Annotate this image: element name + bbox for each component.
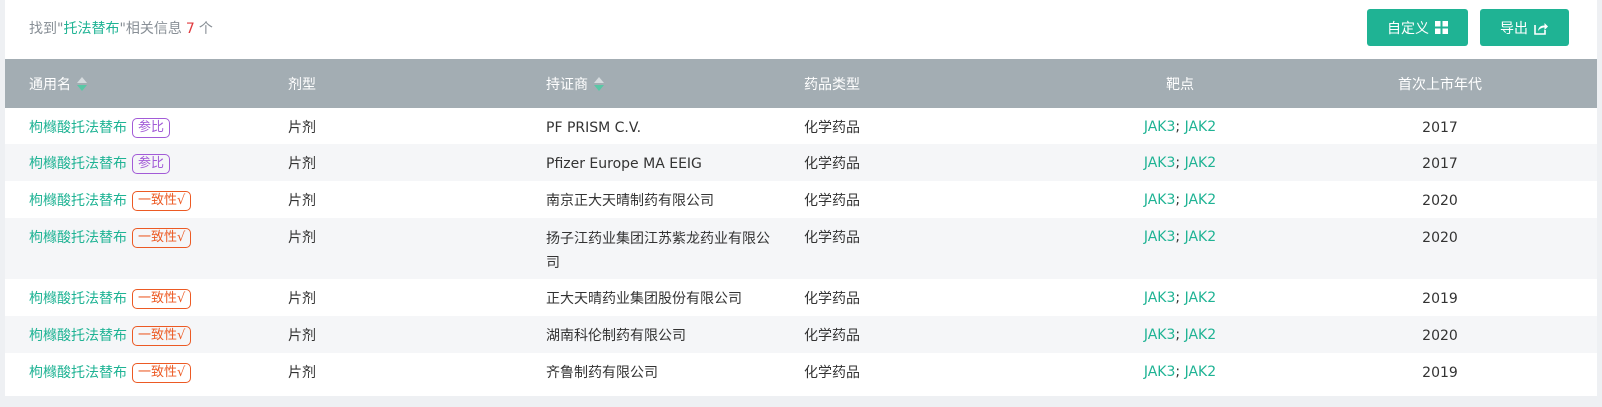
drug-name-link[interactable]: 枸橼酸托法替布 xyxy=(29,288,127,310)
consistency-badge: 一致性√ xyxy=(132,363,192,383)
export-icon xyxy=(1534,22,1548,35)
targets: JAK3; JAK2 xyxy=(1143,327,1217,343)
results-panel: 找到"托法替布"相关信息 7 个 自定义 导出 通用名 剂型 持证商 药品类型 … xyxy=(5,0,1597,396)
export-button[interactable]: 导出 xyxy=(1480,9,1569,46)
launch-year: 2020 xyxy=(1422,230,1458,246)
column-header-name[interactable]: 通用名 xyxy=(29,59,87,108)
consistency-badge: 一致性√ xyxy=(132,191,192,211)
license-holder: 南京正大天晴制药有限公司 xyxy=(546,193,714,209)
target-link[interactable]: JAK2 xyxy=(1185,364,1217,380)
drug-type: 化学药品 xyxy=(804,328,860,344)
license-holder: 正大天晴药业集团股份有限公司 xyxy=(546,291,742,307)
reference-badge: 参比 xyxy=(132,154,171,174)
launch-year: 2020 xyxy=(1422,328,1458,344)
launch-year: 2017 xyxy=(1422,120,1458,136)
launch-year: 2019 xyxy=(1422,365,1458,381)
drug-name-link[interactable]: 枸橼酸托法替布 xyxy=(29,117,127,139)
dosage-form: 片剂 xyxy=(288,365,316,381)
table-row: 枸橼酸托法替布 一致性√ 片剂 湖南科伦制药有限公司 化学药品 JAK3; JAK… xyxy=(5,316,1597,353)
table-row: 枸橼酸托法替布 一致性√ 片剂 南京正大天晴制药有限公司 化学药品 JAK3; J… xyxy=(5,181,1597,218)
license-holder: 湖南科伦制药有限公司 xyxy=(546,328,686,344)
targets: JAK3; JAK2 xyxy=(1143,155,1217,171)
table-row: 枸橼酸托法替布 一致性√ 片剂 扬子江药业集团江苏紫龙药业有限公司 化学药品 JA… xyxy=(5,218,1597,279)
dosage-form: 片剂 xyxy=(288,230,316,246)
column-header-year: 首次上市年代 xyxy=(1398,76,1482,93)
target-link[interactable]: JAK2 xyxy=(1185,327,1217,343)
table-row: 枸橼酸托法替布 一致性√ 片剂 齐鲁制药有限公司 化学药品 JAK3; JAK2 … xyxy=(5,353,1597,390)
target-link[interactable]: JAK3 xyxy=(1144,155,1176,171)
consistency-badge: 一致性√ xyxy=(132,326,192,346)
drug-name-link[interactable]: 枸橼酸托法替布 xyxy=(29,153,127,175)
consistency-badge: 一致性√ xyxy=(132,289,192,309)
license-holder: 齐鲁制药有限公司 xyxy=(546,365,658,381)
target-link[interactable]: JAK3 xyxy=(1144,290,1176,306)
search-keyword: 托法替布 xyxy=(63,21,120,37)
sort-icon[interactable] xyxy=(594,76,604,91)
table-row: 枸橼酸托法替布 参比 片剂 PF PRISM C.V. 化学药品 JAK3; JA… xyxy=(5,108,1597,144)
license-holder: PF PRISM C.V. xyxy=(546,120,642,136)
target-link[interactable]: JAK3 xyxy=(1144,192,1176,208)
column-header-form: 剂型 xyxy=(288,76,316,93)
dosage-form: 片剂 xyxy=(288,291,316,307)
targets: JAK3; JAK2 xyxy=(1143,290,1217,306)
table-body: 枸橼酸托法替布 参比 片剂 PF PRISM C.V. 化学药品 JAK3; JA… xyxy=(5,108,1597,390)
dosage-form: 片剂 xyxy=(288,120,316,136)
license-holder: 扬子江药业集团江苏紫龙药业有限公司 xyxy=(546,231,770,271)
customize-button[interactable]: 自定义 xyxy=(1367,9,1468,46)
drug-name-link[interactable]: 枸橼酸托法替布 xyxy=(29,362,127,384)
drug-type: 化学药品 xyxy=(804,365,860,381)
table-row: 枸橼酸托法替布 参比 片剂 Pfizer Europe MA EEIG 化学药品 … xyxy=(5,144,1597,181)
target-link[interactable]: JAK2 xyxy=(1185,155,1217,171)
dosage-form: 片剂 xyxy=(288,156,316,172)
target-link[interactable]: JAK2 xyxy=(1185,229,1217,245)
target-link[interactable]: JAK3 xyxy=(1144,229,1176,245)
result-summary: 找到"托法替布"相关信息 7 个 xyxy=(29,21,213,37)
launch-year: 2019 xyxy=(1422,291,1458,307)
table-header: 通用名 剂型 持证商 药品类型 靶点 首次上市年代 xyxy=(5,59,1597,108)
target-link[interactable]: JAK3 xyxy=(1144,327,1176,343)
column-header-type: 药品类型 xyxy=(804,76,860,93)
targets: JAK3; JAK2 xyxy=(1143,192,1217,208)
dosage-form: 片剂 xyxy=(288,328,316,344)
grid-icon xyxy=(1435,21,1448,34)
dosage-form: 片剂 xyxy=(288,193,316,209)
targets: JAK3; JAK2 xyxy=(1143,229,1217,245)
result-count: 7 xyxy=(185,21,195,37)
sort-icon[interactable] xyxy=(77,76,87,91)
drug-name-link[interactable]: 枸橼酸托法替布 xyxy=(29,227,127,249)
launch-year: 2020 xyxy=(1422,193,1458,209)
targets: JAK3; JAK2 xyxy=(1143,364,1217,380)
license-holder: Pfizer Europe MA EEIG xyxy=(546,156,702,172)
drug-name-link[interactable]: 枸橼酸托法替布 xyxy=(29,325,127,347)
drug-type: 化学药品 xyxy=(804,230,860,246)
target-link[interactable]: JAK3 xyxy=(1144,364,1176,380)
target-link[interactable]: JAK2 xyxy=(1185,119,1217,135)
drug-name-link[interactable]: 枸橼酸托法替布 xyxy=(29,190,127,212)
column-header-target: 靶点 xyxy=(1166,76,1194,93)
results-toolbar: 找到"托法替布"相关信息 7 个 自定义 导出 xyxy=(5,0,1597,59)
drug-type: 化学药品 xyxy=(804,120,860,136)
consistency-badge: 一致性√ xyxy=(132,228,192,248)
reference-badge: 参比 xyxy=(132,118,171,138)
launch-year: 2017 xyxy=(1422,156,1458,172)
target-link[interactable]: JAK2 xyxy=(1185,290,1217,306)
column-header-holder[interactable]: 持证商 xyxy=(546,59,604,108)
targets: JAK3; JAK2 xyxy=(1143,119,1217,135)
drug-type: 化学药品 xyxy=(804,291,860,307)
table-row: 枸橼酸托法替布 一致性√ 片剂 正大天晴药业集团股份有限公司 化学药品 JAK3;… xyxy=(5,279,1597,316)
drug-type: 化学药品 xyxy=(804,193,860,209)
target-link[interactable]: JAK2 xyxy=(1185,192,1217,208)
drug-type: 化学药品 xyxy=(804,156,860,172)
target-link[interactable]: JAK3 xyxy=(1144,119,1176,135)
